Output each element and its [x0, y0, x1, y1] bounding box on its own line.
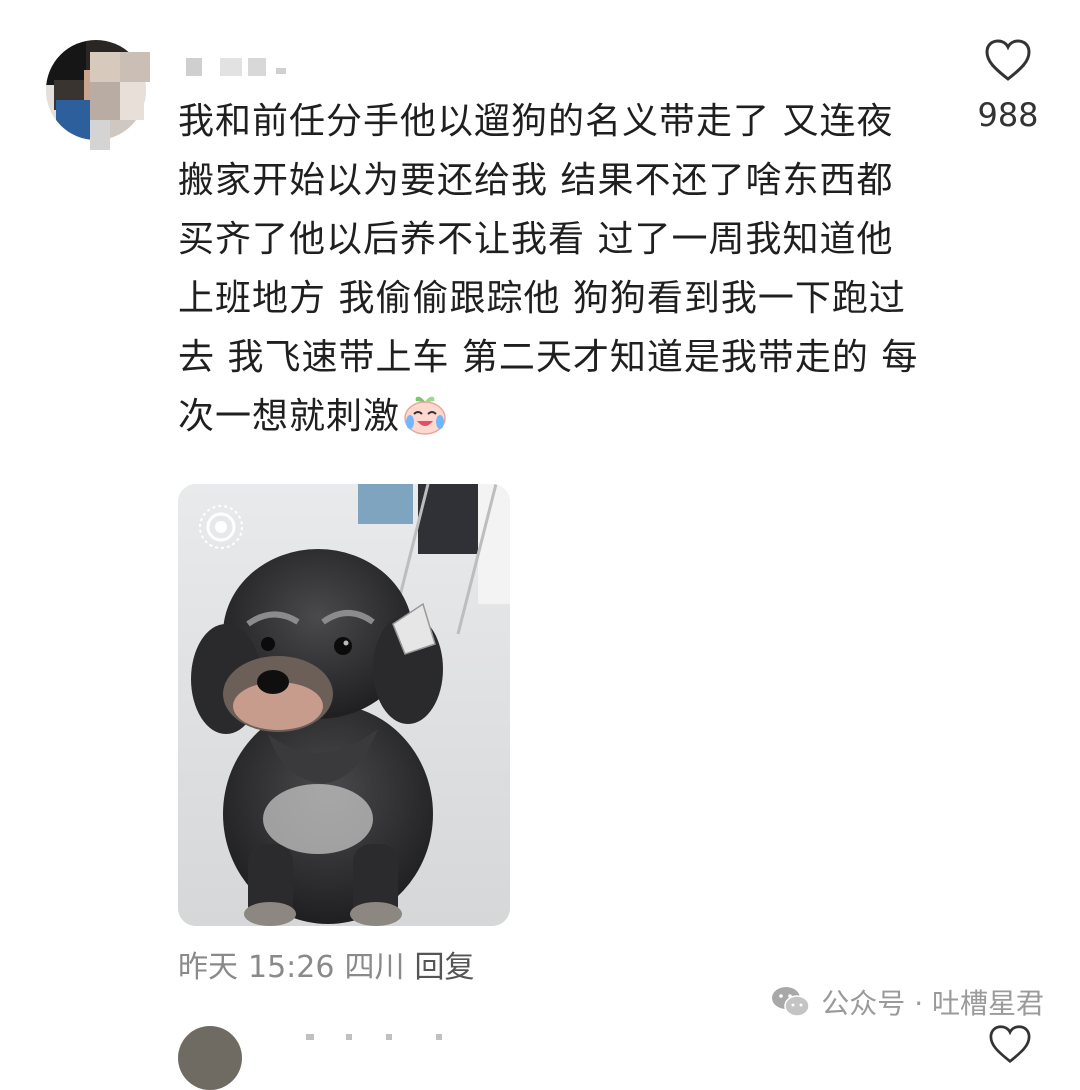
avatar-mosaic: [90, 52, 150, 150]
attached-photo[interactable]: [178, 484, 510, 926]
watermark-text: 公众号 · 吐槽星君: [821, 987, 1044, 1020]
reply-button[interactable]: 回复: [414, 950, 474, 985]
comment-location: 四川: [344, 950, 405, 985]
next-comment-username[interactable]: [306, 1034, 456, 1040]
comment-item: 我和前任分手他以遛狗的名义带走了 又连夜搬家开始以为要还给我 结果不还了啥东西都…: [0, 0, 1080, 1090]
next-comment-avatar[interactable]: [178, 1026, 242, 1090]
comment-date: 昨天: [178, 950, 238, 985]
heart-icon[interactable]: [984, 38, 1032, 82]
username[interactable]: [180, 58, 300, 78]
like-area: 988: [968, 38, 1048, 134]
comment-time: 15:26: [248, 950, 335, 985]
comment-text: 我和前任分手他以遛狗的名义带走了 又连夜搬家开始以为要还给我 结果不还了啥东西都…: [178, 92, 920, 446]
like-count: 988: [977, 96, 1039, 134]
laughing-crying-peach-face-icon: [402, 392, 448, 436]
live-photo-icon: [199, 505, 243, 549]
watermark: 公众号 · 吐槽星君: [771, 982, 1044, 1022]
wechat-icon: [772, 987, 811, 1017]
comment-body: 我和前任分手他以遛狗的名义带走了 又连夜搬家开始以为要还给我 结果不还了啥东西都…: [178, 101, 919, 437]
comment-meta: 昨天 15:26 四川 回复: [178, 942, 484, 986]
next-comment-heart-icon[interactable]: [986, 1024, 1034, 1064]
